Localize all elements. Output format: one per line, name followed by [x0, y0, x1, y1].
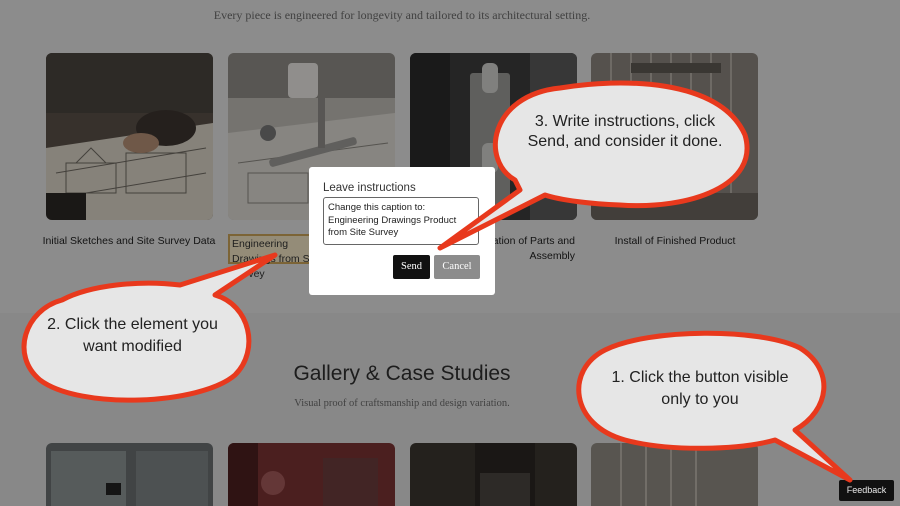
callout-text-step1: 1. Click the button visible only to you	[611, 369, 789, 408]
callout-bubbles	[21, 80, 853, 483]
callout-text-step3: 3. Write instructions, click Send, and c…	[527, 113, 723, 150]
callout-bubble-step3	[437, 80, 750, 251]
callout-text-step2: 2. Click the element you want modified	[47, 316, 218, 355]
